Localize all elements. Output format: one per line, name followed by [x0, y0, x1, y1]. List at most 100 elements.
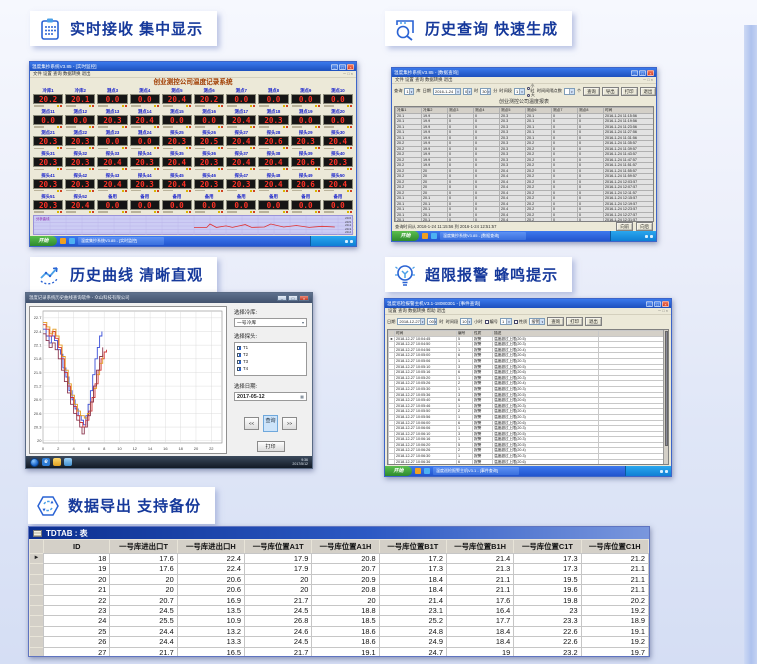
toolbar-combo[interactable]: 2018-12-27▾ — [397, 318, 425, 325]
menu-bar[interactable]: 文件 设置 查询 数据转换 退出 － □ × — [30, 71, 356, 78]
taskbar-icon[interactable] — [424, 468, 430, 474]
row-selector[interactable]: ► — [30, 554, 44, 564]
checkbox-option[interactable]: 编号 — [485, 319, 498, 325]
toolbar-combo[interactable]: 1▾ — [404, 88, 414, 95]
close-button[interactable]: × — [347, 64, 354, 70]
row-selector[interactable] — [30, 564, 44, 574]
page-forward-button[interactable]: 向后 — [636, 222, 653, 231]
toolbar-button[interactable]: 打印 — [566, 317, 583, 326]
query-button[interactable]: 查询 — [263, 415, 278, 432]
column-header[interactable]: 一号库位置B1T — [379, 540, 446, 554]
taskbar-app-button[interactable]: 温度集抄系统V3.85 - [实时监控] — [78, 237, 164, 245]
toolbar-combo[interactable]: 报警▾ — [529, 318, 545, 325]
radio-option[interactable]: 小时 — [527, 84, 535, 93]
start-button[interactable]: 开始 — [30, 236, 57, 246]
menu-items[interactable]: 文件 设置 查询 数据转换 退出 — [395, 77, 453, 83]
toolbar-combo[interactable]: ▾ — [564, 88, 575, 95]
row-selector[interactable] — [30, 606, 44, 616]
probe-checkbox[interactable]: T3 — [237, 358, 304, 365]
toolbar-combo[interactable]: 30▾ — [480, 88, 491, 95]
start-orb[interactable] — [30, 458, 39, 467]
menu-items[interactable]: 设置 查询 数据转换 帮助 退出 — [388, 308, 446, 314]
column-header[interactable]: 一号库进出口H — [177, 540, 244, 554]
table-row[interactable]: 2624.413.324.518.624.918.422.619.2 — [30, 637, 649, 647]
toolbar-combo[interactable]: 1▾ — [514, 88, 525, 95]
browser-icon[interactable]: e — [42, 458, 50, 466]
row-selector[interactable] — [30, 647, 44, 656]
taskbar-app-button[interactable]: 温度集抄系统V3.85 - [数据查询] — [440, 232, 526, 240]
taskbar-icon[interactable] — [69, 238, 75, 244]
table-row[interactable]: 2425.510.926.818.525.217.723.318.9 — [30, 616, 649, 626]
toolbar-combo[interactable]: 2016-1-24▾ — [433, 88, 461, 95]
row-selector[interactable] — [30, 616, 44, 626]
menu-bar[interactable]: 设置 查询 数据转换 帮助 退出 － □ × — [385, 308, 671, 315]
table-row[interactable]: 202020.62020.918.421.119.521.1 — [30, 574, 649, 584]
column-header[interactable]: 一号库位置A1H — [312, 540, 379, 554]
store-select[interactable]: 一号冷库 ▾ — [234, 318, 307, 327]
minimize-button[interactable]: – — [631, 70, 638, 76]
table-row[interactable]: 2324.513.524.518.823.116.42319.2 — [30, 606, 649, 616]
toolbar-button[interactable]: 退出 — [585, 317, 602, 326]
menu-items[interactable]: 文件 设置 查询 数据转换 退出 — [33, 71, 91, 77]
next-day-button[interactable]: >> — [282, 417, 297, 430]
title-bar[interactable]: 温度集抄系统V3.85 - [数据查询] – □ × — [392, 68, 656, 77]
toolbar-combo[interactable]: 0▾ — [463, 88, 472, 95]
row-selector[interactable] — [30, 595, 44, 605]
toolbar-button[interactable]: 退出 — [640, 87, 657, 96]
toolbar-combo[interactable]: 1▾ — [500, 318, 512, 325]
toolbar-button[interactable]: 查询 — [583, 87, 600, 96]
probe-checkbox[interactable]: T2 — [237, 351, 304, 358]
column-header[interactable]: 一号库位置A1T — [245, 540, 312, 554]
column-header[interactable]: 一号库位置C1H — [581, 540, 648, 554]
maximize-button[interactable]: □ — [288, 295, 298, 301]
row-selector[interactable] — [30, 637, 44, 647]
table-row[interactable]: 1917.622.417.920.717.321.317.321.1 — [30, 564, 649, 574]
vertical-scrollbar[interactable] — [663, 330, 668, 464]
minimize-button[interactable]: – — [331, 64, 338, 70]
table-row[interactable]: 2721.716.521.719.124.71923.219.7 — [30, 647, 649, 656]
title-bar[interactable]: 温度集抄系统V3.85 - [实时监控] – □ × — [30, 62, 356, 71]
table-row[interactable]: 212020.62020.818.421.119.621.1 — [30, 585, 649, 595]
taskbar-icon[interactable] — [422, 233, 428, 239]
row-selector[interactable] — [30, 626, 44, 636]
toolbar-button[interactable]: 打印 — [621, 87, 638, 96]
minimize-button[interactable]: – — [646, 301, 653, 307]
toolbar-button[interactable]: 查询 — [547, 317, 564, 326]
row-selector[interactable] — [30, 574, 44, 584]
probe-checkbox-list[interactable]: T1T2T3T4 — [234, 342, 307, 376]
minimize-button[interactable]: – — [277, 295, 287, 301]
mdi-window-controls[interactable]: － □ × — [658, 309, 668, 314]
probe-checkbox[interactable]: T4 — [237, 365, 304, 372]
column-header[interactable]: 一号库位置B1H — [446, 540, 513, 554]
prev-day-button[interactable]: << — [244, 417, 259, 430]
taskbar-icon[interactable] — [415, 468, 421, 474]
maximize-button[interactable]: □ — [639, 70, 646, 76]
page-back-button[interactable]: 向前 — [616, 222, 633, 231]
toolbar-combo[interactable]: 10▾ — [460, 318, 472, 325]
close-button[interactable]: × — [662, 301, 669, 307]
probe-checkbox[interactable]: T1 — [237, 344, 304, 351]
scrollbar-thumb[interactable] — [665, 331, 668, 446]
checkbox-option[interactable]: 性质 — [514, 319, 527, 325]
toolbar-button[interactable]: 导出 — [602, 87, 619, 96]
table-row[interactable]: 2524.413.224.618.624.818.422.619.1 — [30, 626, 649, 636]
mdi-window-controls[interactable]: － □ × — [643, 78, 653, 83]
table-row[interactable]: 2220.716.921.72021.417.619.820.2 — [30, 595, 649, 605]
title-bar[interactable]: 温度巡检报警主机V3.1-18080301 - [事件查询] – □ × — [385, 299, 671, 308]
toolbar-combo[interactable]: 00▾ — [427, 318, 437, 325]
menu-bar[interactable]: 文件 设置 查询 数据转换 退出 － □ × — [392, 77, 656, 84]
taskbar-icon[interactable] — [431, 233, 437, 239]
media-icon[interactable] — [64, 458, 72, 466]
column-header[interactable]: ID — [44, 540, 110, 554]
title-bar[interactable]: 温度记录系统历史曲线查询软件 - 众山科技有限公司 – □ × — [26, 293, 312, 303]
close-button[interactable]: × — [647, 70, 654, 76]
start-button[interactable]: 开始 — [392, 231, 419, 241]
folder-icon[interactable] — [53, 458, 61, 466]
maximize-button[interactable]: □ — [654, 301, 661, 307]
maximize-button[interactable]: □ — [339, 64, 346, 70]
start-button[interactable]: 开始 — [385, 466, 412, 476]
date-picker[interactable]: 2017-05-12 ▦ — [234, 392, 307, 401]
close-button[interactable]: × — [299, 295, 309, 301]
row-selector[interactable] — [30, 585, 44, 595]
column-header[interactable]: 一号库位置C1T — [514, 540, 581, 554]
